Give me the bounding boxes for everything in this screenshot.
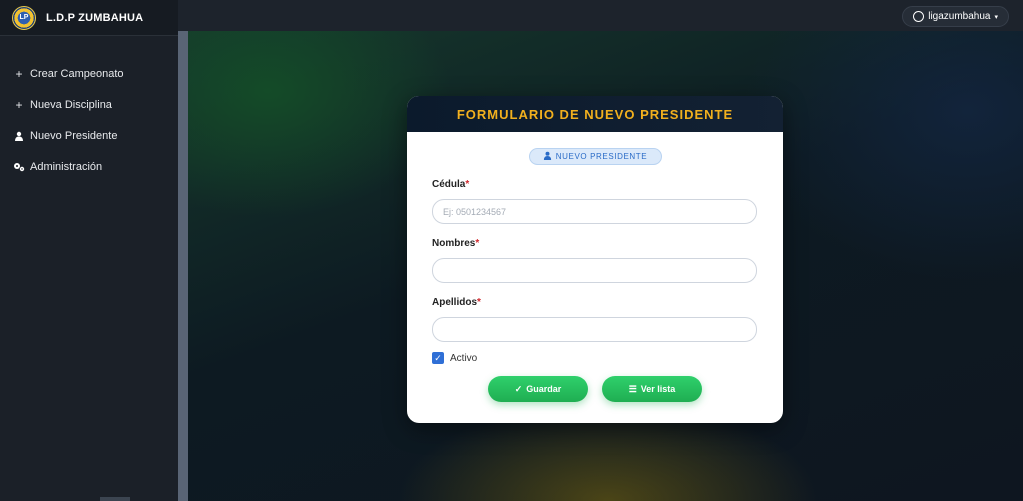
- plus-icon: +: [15, 97, 23, 112]
- apellidos-label: Apellidos*: [432, 297, 758, 309]
- view-list-button[interactable]: ☰ Ver lista: [602, 376, 702, 402]
- topbar: ligazumbahua ▾: [178, 0, 1023, 31]
- sidebar: LP L.D.P ZUMBAHUA + Crear Campeonato + N…: [0, 0, 178, 501]
- badge-label: NUEVO PRESIDENTE: [555, 152, 648, 161]
- form-title: FORMULARIO DE NUEVO PRESIDENTE: [407, 96, 783, 132]
- nombres-label: Nombres*: [432, 238, 758, 250]
- required-mark: *: [477, 297, 481, 308]
- activo-row: ✓ Activo: [432, 352, 758, 364]
- user-icon: [543, 151, 552, 162]
- brand-name: L.D.P ZUMBAHUA: [46, 11, 144, 24]
- apellidos-label-text: Apellidos: [432, 297, 478, 308]
- sidebar-item-nuevo-presidente[interactable]: Nuevo Presidente: [0, 120, 178, 151]
- user-menu-button[interactable]: ligazumbahua ▾: [902, 6, 1009, 27]
- nombres-label-text: Nombres: [432, 238, 476, 249]
- list-icon: ☰: [628, 383, 637, 394]
- chevron-down-icon: ▾: [994, 13, 998, 21]
- sidebar-item-label: Crear Campeonato: [30, 67, 124, 80]
- gears-icon: [12, 162, 26, 172]
- activo-checkbox[interactable]: ✓: [432, 352, 444, 364]
- cedula-label-text: Cédula: [432, 179, 466, 190]
- save-button[interactable]: ✓ Guardar: [488, 376, 588, 402]
- sidebar-item-label: Nuevo Presidente: [30, 129, 118, 142]
- sidebar-item-crear-campeonato[interactable]: + Crear Campeonato: [0, 58, 178, 89]
- sidebar-item-label: Nueva Disciplina: [30, 98, 112, 111]
- user-icon: [12, 131, 26, 141]
- cedula-label: Cédula*: [432, 179, 758, 191]
- sidebar-scrollbar[interactable]: [178, 31, 188, 501]
- form-badge: NUEVO PRESIDENTE: [528, 148, 662, 165]
- check-icon: ✓: [514, 383, 523, 394]
- logo-icon: LP: [12, 5, 36, 30]
- activo-label: Activo: [450, 352, 478, 364]
- form-actions: ✓ Guardar ☰ Ver lista: [432, 376, 758, 402]
- apellidos-input[interactable]: [432, 317, 757, 342]
- required-mark: *: [475, 238, 480, 249]
- view-list-button-label: Ver lista: [640, 384, 676, 394]
- sidebar-item-label: Administración: [30, 160, 103, 173]
- username: ligazumbahua: [928, 11, 991, 22]
- nombres-input[interactable]: [432, 258, 757, 283]
- sidebar-scroll-indicator[interactable]: [100, 497, 130, 501]
- sidebar-nav: + Crear Campeonato + Nueva Disciplina Nu…: [0, 58, 178, 182]
- form-card: FORMULARIO DE NUEVO PRESIDENTE NUEVO PRE…: [407, 96, 783, 423]
- brand[interactable]: LP L.D.P ZUMBAHUA: [0, 0, 178, 36]
- required-mark: *: [465, 179, 470, 190]
- plus-icon: +: [15, 66, 23, 81]
- save-button-label: Guardar: [526, 384, 562, 394]
- cedula-input[interactable]: [432, 199, 757, 224]
- sidebar-item-administracion[interactable]: Administración: [0, 151, 178, 182]
- sidebar-item-nueva-disciplina[interactable]: + Nueva Disciplina: [0, 89, 178, 120]
- user-circle-icon: [913, 11, 925, 22]
